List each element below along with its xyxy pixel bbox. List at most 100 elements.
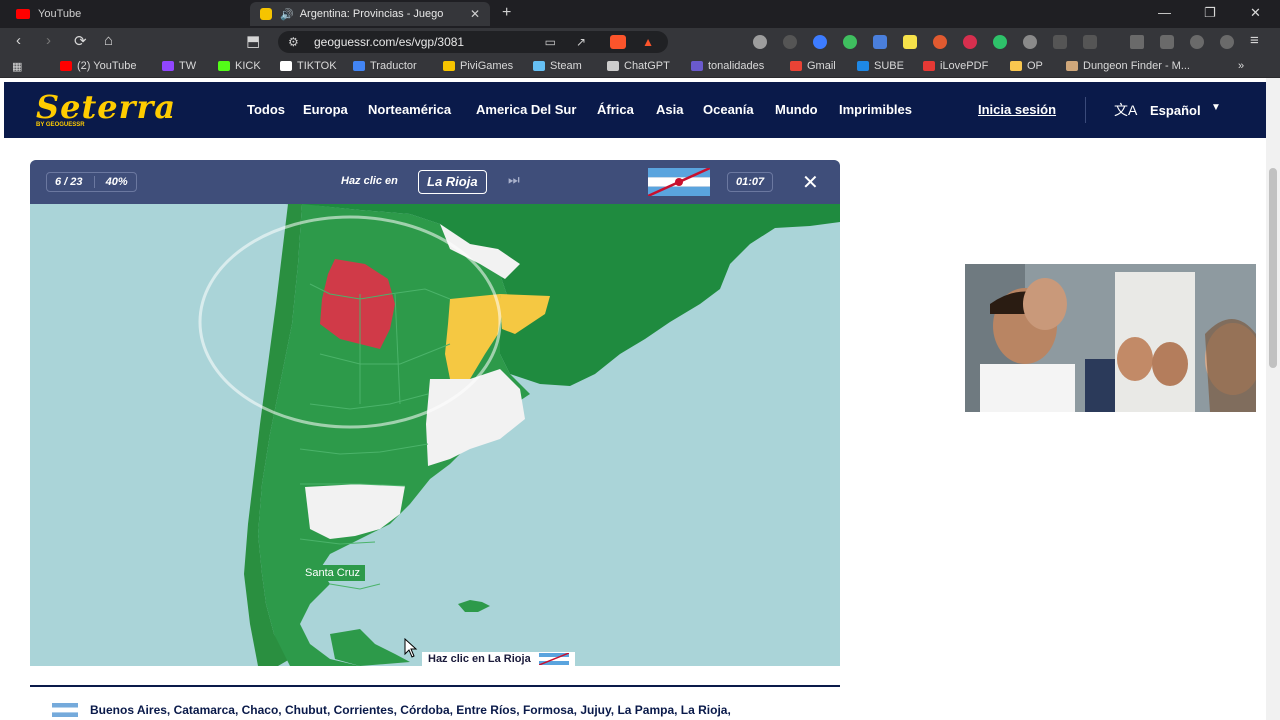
seterra-icon <box>260 8 272 20</box>
extension-icon[interactable] <box>813 35 827 49</box>
bookmark-item[interactable]: iLovePDF <box>923 60 988 72</box>
site-header: Seterra BY GEOGUESSR Todos Europa Nortea… <box>4 82 1266 138</box>
close-tab-icon[interactable]: ✕ <box>470 7 480 21</box>
bookmark-item[interactable]: TW <box>162 60 196 72</box>
home-icon[interactable]: ⌂ <box>104 32 113 49</box>
cast-icon[interactable]: ▭ <box>545 31 556 53</box>
extension-icon[interactable] <box>1083 35 1097 49</box>
nav-asia[interactable]: Asia <box>656 102 683 117</box>
extension-icon[interactable] <box>963 35 977 49</box>
youtube-icon <box>16 9 30 19</box>
vpn-icon[interactable] <box>1220 35 1234 49</box>
extension-icon[interactable] <box>753 35 767 49</box>
minimize-icon[interactable]: — <box>1158 5 1171 20</box>
bookmark-item[interactable]: Dungeon Finder - M... <box>1066 60 1190 72</box>
rewards-icon[interactable]: ▲ <box>642 31 654 53</box>
tab-title: YouTube <box>38 8 82 20</box>
close-game-icon[interactable]: ✕ <box>802 170 819 195</box>
audio-icon: 🔊 <box>280 8 294 21</box>
site-info-icon[interactable]: ⚙ <box>288 31 299 53</box>
nav-imprimibles[interactable]: Imprimibles <box>839 102 912 117</box>
pdf-icon <box>923 61 935 71</box>
nav-mundo[interactable]: Mundo <box>775 102 818 117</box>
close-window-icon[interactable]: ✕ <box>1250 5 1261 21</box>
url-text: geoguessr.com/es/vgp/3081 <box>314 35 465 49</box>
bookmark-item[interactable]: tonalidades <box>691 60 764 72</box>
argentina-flag-icon <box>52 703 78 717</box>
bookmark-item[interactable]: ChatGPT <box>607 60 670 72</box>
extension-icon[interactable] <box>1023 35 1037 49</box>
dungeon-icon <box>1066 61 1078 71</box>
reload-icon[interactable]: ⟳ <box>74 32 87 50</box>
nav-america-del-sur[interactable]: America Del Sur <box>476 102 576 117</box>
bookmark-item[interactable]: OP <box>1010 60 1043 72</box>
tab-youtube[interactable]: YouTube <box>6 2 246 26</box>
score-percent: 40% <box>105 176 128 188</box>
language-select[interactable]: Español <box>1150 103 1201 118</box>
leo-icon[interactable] <box>1190 35 1204 49</box>
youtube-icon <box>60 61 72 71</box>
extension-icon[interactable] <box>843 35 857 49</box>
scrollbar-thumb[interactable] <box>1269 168 1277 368</box>
mouse-cursor-icon <box>404 638 418 658</box>
skip-icon[interactable]: ⏭ <box>508 172 520 188</box>
header-divider <box>1085 97 1086 123</box>
language-icon[interactable]: 文A <box>1114 100 1138 118</box>
seterra-logo[interactable]: Seterra <box>36 88 176 126</box>
extension-icon[interactable] <box>993 35 1007 49</box>
bookmark-item[interactable]: Gmail <box>790 60 836 72</box>
nav-oceania[interactable]: Oceanía <box>703 102 754 117</box>
restore-icon[interactable]: ❐ <box>1204 5 1216 21</box>
bookmark-item[interactable]: (2) YouTube <box>60 60 137 72</box>
hint-tooltip: Haz clic en La Rioja <box>422 652 575 666</box>
extension-icon[interactable] <box>903 35 917 49</box>
bookmarks-bar: ▦ (2) YouTube TW KICK TIKTOK Traductor P… <box>0 56 1280 78</box>
sube-icon <box>857 61 869 71</box>
chatgpt-icon <box>607 61 619 71</box>
progress-counter: 6 / 23 <box>55 176 83 188</box>
tab-seterra[interactable]: 🔊 Argentina: Provincias - Juego ✕ <box>250 2 490 26</box>
sidebar-icon[interactable] <box>1130 35 1144 49</box>
pill-divider <box>93 176 95 189</box>
province-list: Buenos Aires, Catamarca, Chaco, Chubut, … <box>90 703 731 717</box>
back-icon[interactable]: ‹ <box>16 32 21 49</box>
mini-province-flag <box>538 653 569 665</box>
chevron-down-icon[interactable]: ▼ <box>1211 102 1221 113</box>
prompt-label: Haz clic en <box>341 175 398 187</box>
progress-score-pill: 6 / 23 40% <box>46 172 137 192</box>
address-bar[interactable]: ⚙ geoguessr.com/es/vgp/3081 ▭ ↗ ▲ <box>278 31 668 53</box>
more-bookmarks-icon[interactable]: » <box>1238 60 1244 72</box>
translate-ext-icon[interactable] <box>873 35 887 49</box>
gmail-icon <box>790 61 802 71</box>
tab-title: Argentina: Provincias - Juego <box>299 8 444 20</box>
section-divider <box>30 685 840 687</box>
bookmark-item[interactable]: Traductor <box>353 60 417 72</box>
extensions-puzzle-icon[interactable] <box>1053 35 1067 49</box>
nav-norteamerica[interactable]: Norteamérica <box>368 102 451 117</box>
bookmark-item[interactable]: SUBE <box>857 60 904 72</box>
extension-icon[interactable] <box>783 35 797 49</box>
argentina-map[interactable] <box>30 204 840 666</box>
wallet-icon[interactable] <box>1160 35 1174 49</box>
login-link[interactable]: Inicia sesión <box>978 102 1056 117</box>
extension-icon[interactable] <box>933 35 947 49</box>
bookmark-item[interactable]: Steam <box>533 60 582 72</box>
nav-todos[interactable]: Todos <box>247 102 285 117</box>
game-status-bar: 6 / 23 40% Haz clic en La Rioja ⏭ 01:07 … <box>30 160 840 204</box>
menu-icon[interactable]: ≡ <box>1250 32 1259 49</box>
new-tab-button[interactable]: + <box>502 4 511 22</box>
nav-africa[interactable]: África <box>597 102 634 117</box>
bookmark-item[interactable]: TIKTOK <box>280 60 337 72</box>
nav-europa[interactable]: Europa <box>303 102 348 117</box>
bookmark-item[interactable]: KICK <box>218 60 261 72</box>
webcam-overlay <box>965 264 1256 412</box>
forward-icon[interactable]: › <box>46 32 51 49</box>
bookmark-icon[interactable]: ⬒ <box>246 32 260 50</box>
share-icon[interactable]: ↗ <box>576 31 586 53</box>
brave-shield-icon[interactable] <box>610 35 626 49</box>
bookmark-item[interactable]: PiviGames <box>443 60 513 72</box>
scrollbar[interactable] <box>1266 78 1280 720</box>
game-timer: 01:07 <box>727 172 774 192</box>
target-province: La Rioja <box>418 170 487 194</box>
apps-icon[interactable]: ▦ <box>12 60 22 73</box>
